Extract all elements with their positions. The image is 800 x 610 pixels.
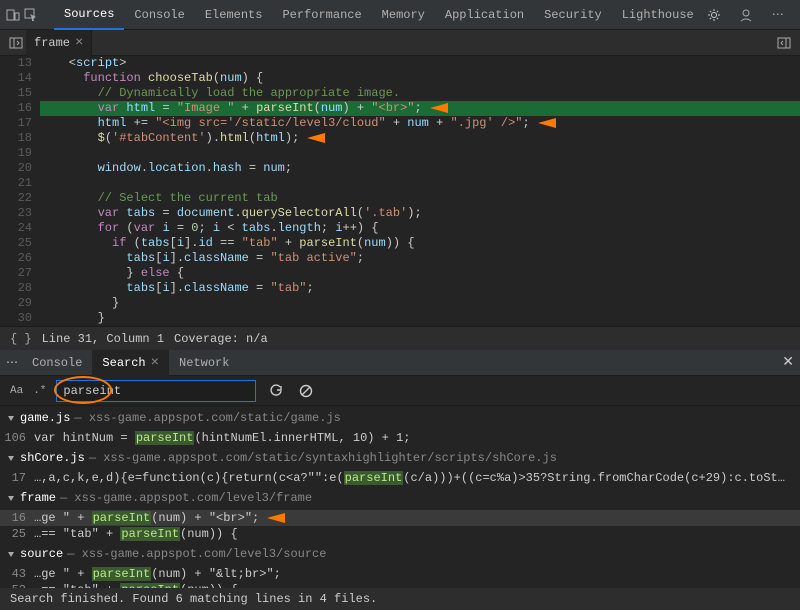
code-line[interactable]: window.location.hash = num; [40,161,800,176]
search-results: game.js — xss-game.appspot.com/static/ga… [0,406,800,598]
caret-down-icon [8,496,14,501]
panel-tab-performance[interactable]: Performance [272,0,371,30]
main-toolbar: SourcesConsoleElementsPerformanceMemoryA… [0,0,800,30]
inspect-icon[interactable] [24,5,38,25]
match-case-toggle[interactable]: Aa [10,385,23,397]
panel-tab-memory[interactable]: Memory [372,0,435,30]
result-line[interactable]: 17…,a,c,k,e,d){e=function(c){return(c<a?… [0,470,800,486]
feedback-icon[interactable] [736,5,756,25]
close-icon[interactable]: × [151,355,159,371]
result-line[interactable]: 43…ge " + parseInt(num) + "&lt;br>"; [0,566,800,582]
search-status: Search finished. Found 6 matching lines … [0,588,800,610]
toggle-debugger-icon[interactable] [774,33,794,53]
code-line[interactable]: $('#tabContent').html(html); [40,131,800,146]
annotation-arrow [307,133,325,143]
result-file-header[interactable]: source — xss-game.appspot.com/level3/sou… [0,542,800,566]
annotation-arrow [538,118,556,128]
close-icon[interactable]: × [75,35,83,51]
panel-tab-lighthouse[interactable]: Lighthouse [612,0,704,30]
refresh-search-icon[interactable] [266,381,286,401]
code-line[interactable]: for (var i = 0; i < tabs.length; i++) { [40,221,800,236]
code-line[interactable]: } else { [40,266,800,281]
result-line[interactable]: 16…ge " + parseInt(num) + "<br>"; [0,510,800,526]
caret-down-icon [8,552,14,557]
annotation-arrow [430,103,448,113]
code-line[interactable]: function chooseTab(num) { [40,71,800,86]
code-line[interactable]: <script> [40,56,800,71]
code-line[interactable]: // Dynamically load the appropriate imag… [40,86,800,101]
drawer-tab-console[interactable]: Console [22,350,92,376]
search-bar: Aa .* [0,376,800,406]
file-tab-frame[interactable]: frame × [26,30,92,56]
caret-down-icon [8,456,14,461]
pretty-print-icon[interactable]: { } [10,332,32,346]
result-line[interactable]: 25…== "tab" + parseInt(num)) { [0,526,800,542]
code-editor[interactable]: 13141516171819202122232425262728293031 <… [0,56,800,326]
code-line[interactable]: html += "<img src='/static/level3/cloud"… [40,116,800,131]
panel-tab-elements[interactable]: Elements [195,0,273,30]
device-toggle-icon[interactable] [6,5,20,25]
result-file-header[interactable]: shCore.js — xss-game.appspot.com/static/… [0,446,800,470]
code-line[interactable]: // Select the current tab [40,191,800,206]
annotation-arrow [267,513,285,523]
code-line[interactable]: var tabs = document.querySelectorAll('.t… [40,206,800,221]
result-file-header[interactable]: game.js — xss-game.appspot.com/static/ga… [0,406,800,430]
code-line[interactable] [40,176,800,191]
settings-icon[interactable] [704,5,724,25]
cursor-position: Line 31, Column 1 [42,332,164,346]
more-icon[interactable]: ⋯ [768,5,788,25]
code-line[interactable]: var html = "Image " + parseInt(num) + "<… [40,101,800,116]
panel-tab-security[interactable]: Security [534,0,612,30]
code-line[interactable]: tabs[i].className = "tab active"; [40,251,800,266]
sources-subbar: frame × [0,30,800,56]
clear-search-icon[interactable] [296,381,316,401]
file-tab-label: frame [34,36,70,50]
search-input[interactable] [56,380,256,402]
caret-down-icon [8,416,14,421]
toggle-navigator-icon[interactable] [6,33,26,53]
code-line[interactable]: if (tabs[i].id == "tab" + parseInt(num))… [40,236,800,251]
editor-status-bar: { } Line 31, Column 1 Coverage: n/a [0,326,800,350]
code-line[interactable]: tabs[i].className = "tab"; [40,281,800,296]
panel-tab-sources[interactable]: Sources [54,0,124,30]
close-drawer-icon[interactable]: ✕ [782,354,794,371]
coverage-status: Coverage: n/a [174,332,268,346]
regex-toggle[interactable]: .* [33,385,46,397]
panel-tab-application[interactable]: Application [435,0,534,30]
result-file-header[interactable]: frame — xss-game.appspot.com/level3/fram… [0,486,800,510]
result-line[interactable]: 106var hintNum = parseInt(hintNumEl.inne… [0,430,800,446]
code-line[interactable]: } [40,296,800,311]
code-line[interactable] [40,146,800,161]
drawer-tab-search[interactable]: Search × [92,350,169,376]
panel-tab-console[interactable]: Console [124,0,194,30]
drawer-tabs: ⋯ ConsoleSearch ×Network ✕ [0,350,800,376]
more-icon[interactable]: ⋯ [6,355,18,370]
drawer-tab-network[interactable]: Network [169,350,239,376]
code-line[interactable]: } [40,311,800,326]
